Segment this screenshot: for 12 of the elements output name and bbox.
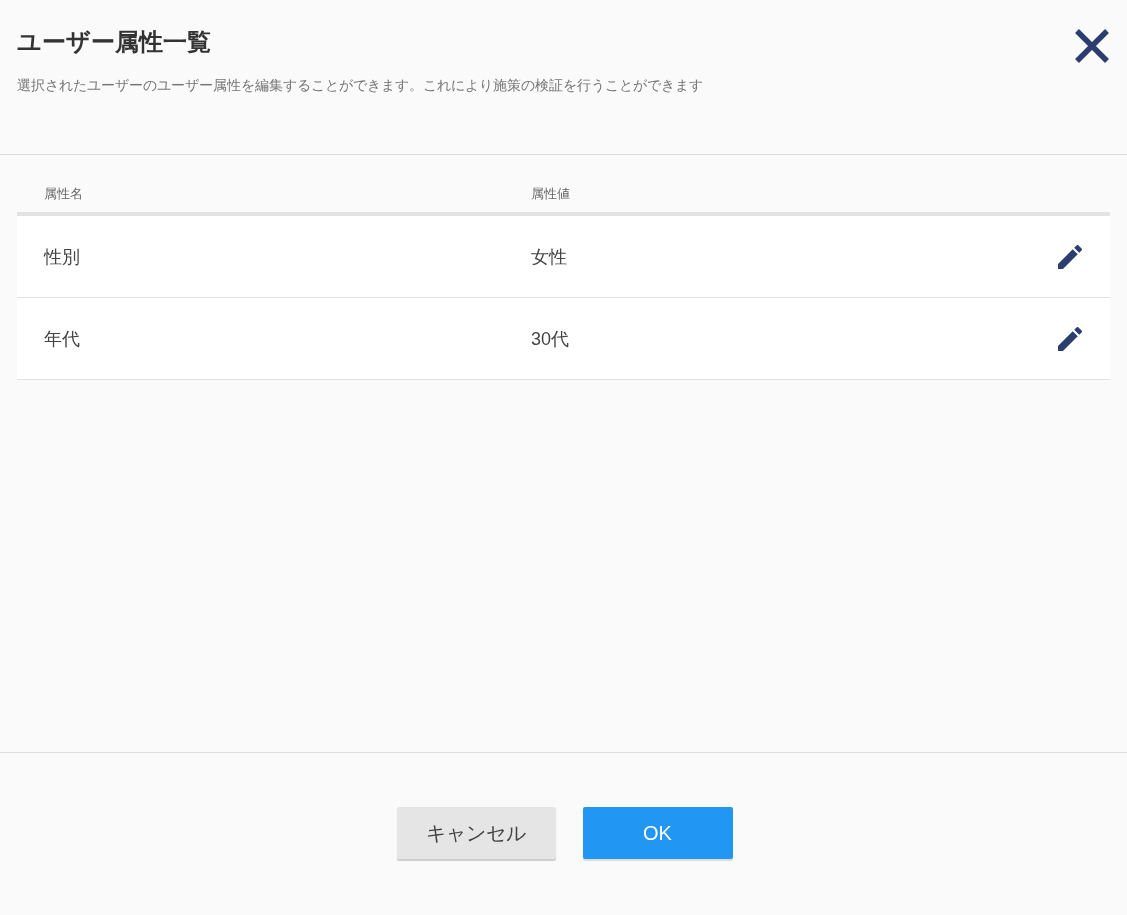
close-icon[interactable] [1074, 28, 1110, 64]
pencil-icon[interactable] [1058, 244, 1082, 269]
attribute-value: 女性 [531, 245, 567, 269]
column-header: 属性名 [44, 185, 83, 203]
dialog-description: 選択されたユーザーのユーザー属性を編集することができます。これにより施策の検証を行うことができます [17, 76, 703, 95]
dialog-title: ユーザー属性一覧 [17, 27, 211, 57]
pencil-icon[interactable] [1058, 326, 1082, 351]
attribute-name: 年代 [44, 327, 80, 351]
column-header: 属性値 [531, 185, 570, 203]
attribute-value: 30代 [531, 327, 570, 351]
cancel-button[interactable]: キャンセル [396, 807, 556, 859]
attribute-name: 性別 [44, 245, 80, 269]
